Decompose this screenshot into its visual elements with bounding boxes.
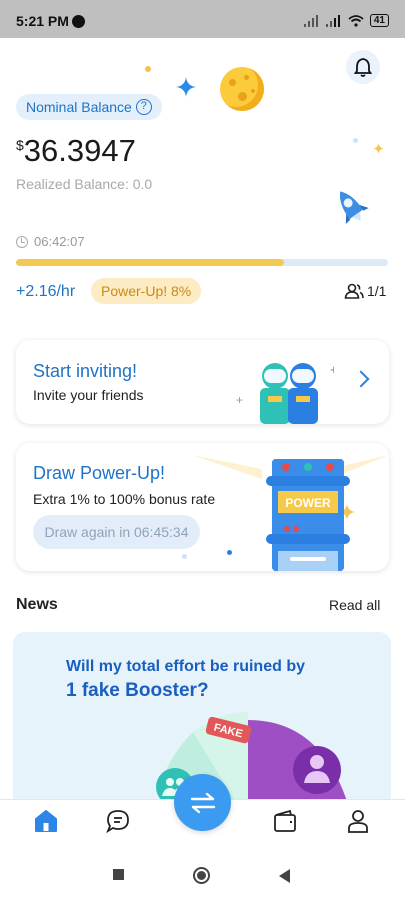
- swap-fab-button[interactable]: [174, 774, 231, 831]
- dot-decoration-4: [227, 550, 232, 555]
- session-progress-bar: [16, 259, 388, 266]
- profile-icon: [348, 810, 368, 833]
- invite-title: Start inviting!: [33, 361, 138, 381]
- rocket-illustration: [339, 191, 369, 225]
- home-icon: [35, 810, 57, 832]
- balance-value: 36.3947: [23, 133, 136, 168]
- machine-label: POWER: [285, 496, 331, 510]
- dot-decoration-2: [353, 138, 358, 143]
- news-headline-line1: Will my total effort be ruined by: [66, 658, 305, 675]
- moon-illustration: [220, 67, 264, 111]
- sparkle-decoration-icon: [373, 143, 384, 154]
- recents-button[interactable]: [113, 869, 124, 880]
- session-timer: 06:42:07: [16, 234, 85, 249]
- dot-decoration-3: [182, 554, 187, 559]
- team-count-value: 1/1: [367, 283, 387, 299]
- draw-powerup-card[interactable]: Draw Power-Up! Extra 1% to 100% bonus ra…: [16, 443, 389, 571]
- bell-icon: [354, 58, 372, 77]
- read-all-link[interactable]: Read all: [329, 597, 380, 613]
- chat-icon: [106, 810, 129, 834]
- home-system-button[interactable]: [193, 867, 210, 884]
- invite-subtitle: Invite your friends: [33, 387, 144, 403]
- back-button[interactable]: [279, 869, 290, 883]
- help-icon[interactable]: ?: [135, 99, 152, 115]
- signal-icon-2: [325, 14, 342, 27]
- nominal-balance-pill[interactable]: Nominal Balance ?: [16, 94, 162, 120]
- nav-home[interactable]: [33, 808, 61, 836]
- notification-bell-button[interactable]: [346, 50, 380, 84]
- team-count[interactable]: 1/1: [344, 283, 386, 299]
- realized-balance: Realized Balance: 0.0: [16, 176, 153, 192]
- messenger-icon: [72, 15, 85, 28]
- draw-again-button[interactable]: Draw again in 06:45:34: [33, 515, 200, 549]
- draw-title: Draw Power-Up!: [33, 463, 166, 483]
- status-time: 5:21 PM: [16, 13, 69, 29]
- draw-subtitle: Extra 1% to 100% bonus rate: [33, 491, 216, 507]
- start-inviting-card[interactable]: Start inviting! Invite your friends + +: [16, 340, 389, 424]
- dot-decoration: [145, 66, 151, 72]
- news-headline-line2: 1 fake Booster?: [66, 680, 209, 701]
- signal-icon: [303, 14, 320, 27]
- powerup-badge: Power-Up! 8%: [91, 278, 202, 304]
- status-bar: 5:21 PM 41: [0, 0, 405, 38]
- power-machine-illustration: POWER: [192, 455, 389, 571]
- status-icons: 41: [303, 14, 389, 27]
- currency-symbol: $: [16, 137, 24, 153]
- friends-illustration: + +: [236, 362, 334, 424]
- star-decoration-icon: [176, 77, 196, 97]
- nav-wallet[interactable]: [272, 808, 300, 836]
- svg-text:+: +: [330, 362, 334, 377]
- svg-text:+: +: [236, 393, 243, 407]
- balance-amount: $36.3947: [16, 133, 136, 169]
- nav-profile[interactable]: [345, 808, 373, 836]
- wifi-icon: [348, 14, 364, 27]
- system-navigation-bar: [0, 852, 405, 900]
- nominal-balance-label: Nominal Balance: [26, 99, 132, 115]
- clock-icon: [16, 235, 28, 248]
- team-icon: [344, 283, 364, 299]
- chevron-right-icon: [352, 370, 370, 388]
- earning-rate: +2.16/hr: [16, 283, 76, 300]
- wallet-icon: [274, 809, 296, 832]
- news-heading: News: [16, 596, 58, 613]
- progress-fill: [16, 259, 284, 266]
- battery-icon: 41: [369, 14, 389, 27]
- timer-value: 06:42:07: [34, 234, 85, 249]
- swap-icon: [190, 792, 215, 813]
- nav-chat[interactable]: [105, 808, 133, 836]
